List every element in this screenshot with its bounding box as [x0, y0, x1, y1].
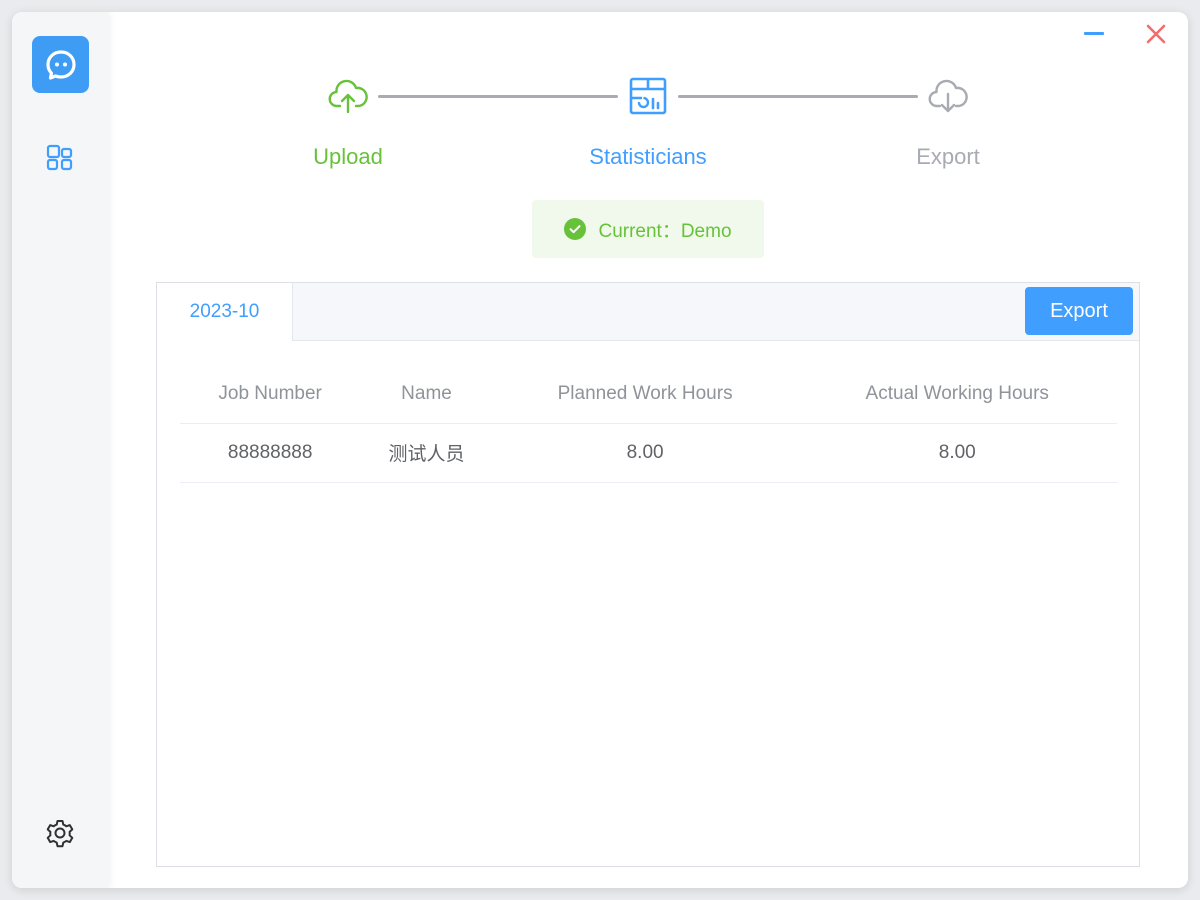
step-connector-1	[378, 95, 618, 98]
current-status-banner: Current：Demo	[532, 200, 764, 258]
step-connector-2	[678, 95, 918, 98]
column-header-job-number: Job Number	[180, 365, 361, 424]
app-window: Upload Statisticians Export Current：Demo…	[12, 12, 1188, 888]
cell-planned-hours: 8.00	[492, 423, 798, 483]
column-header-planned-hours: Planned Work Hours	[492, 365, 798, 424]
cell-name: 测试人员	[360, 423, 493, 483]
cloud-download-icon	[928, 79, 968, 113]
tab-bar: 2023-10 Export	[157, 283, 1139, 341]
table-header-row: Job Number Name Planned Work Hours Actua…	[180, 365, 1117, 424]
tab-2023-10[interactable]: 2023-10	[157, 283, 293, 341]
step-label-upload: Upload	[313, 144, 383, 169]
check-circle-icon	[564, 218, 587, 240]
current-status-text: Current：Demo	[598, 220, 732, 242]
column-header-name: Name	[360, 365, 493, 424]
table-row[interactable]: 88888888 测试人员 8.00 8.00	[180, 423, 1117, 483]
progress-steps: Upload Statisticians Export	[12, 12, 1188, 192]
gear-icon[interactable]	[43, 816, 77, 850]
cloud-upload-icon	[328, 79, 368, 114]
cell-job-number: 88888888	[180, 423, 361, 483]
data-panel: 2023-10 Export Job Number Name Planned W…	[156, 282, 1140, 867]
step-label-statisticians: Statisticians	[589, 144, 707, 169]
statistics-table-icon	[629, 77, 667, 115]
export-button[interactable]: Export	[1025, 287, 1133, 335]
step-label-export: Export	[916, 144, 980, 169]
cell-actual-hours: 8.00	[797, 423, 1117, 483]
hours-table: Job Number Name Planned Work Hours Actua…	[180, 365, 1117, 483]
column-header-actual-hours: Actual Working Hours	[797, 365, 1117, 424]
